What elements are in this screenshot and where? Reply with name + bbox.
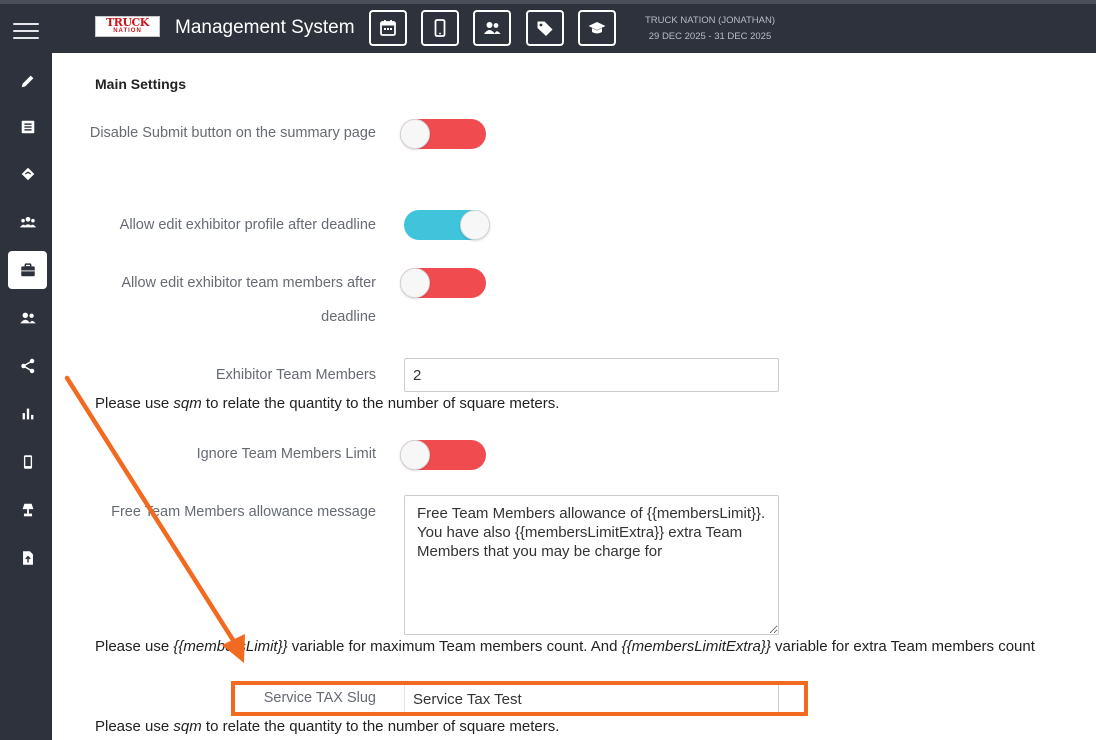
disable-submit-toggle[interactable] [400,119,486,149]
section-title: Main Settings [95,76,187,92]
help-variable: {{membersLimitExtra}} [621,638,771,655]
app-title: Management System [175,17,355,38]
allowance-message-label: Free Team Members allowance message [111,504,376,520]
calendar-icon[interactable] [369,10,407,46]
allow-edit-team-label: Allow edit exhibitor team members after … [121,275,376,325]
allow-edit-profile-label: Allow edit exhibitor profile after deadl… [119,217,376,233]
tag-icon[interactable] [526,10,564,46]
help-text: Please use [95,638,174,655]
event-dates: 29 DEC 2025 - 31 DEC 2025 [648,31,772,42]
help-text: to relate the quantity to the number of … [201,395,560,412]
allowance-help: Please use {{membersLimit}} variable for… [95,638,1035,655]
main-content: Main Settings Disable Submit button on t… [52,53,1096,740]
graduation-cap-icon[interactable] [578,10,616,46]
toggle-knob [460,210,490,240]
service-tax-slug-input[interactable] [404,682,779,716]
help-text: variable for maximum Team members count.… [287,638,622,655]
allow-edit-team-toggle[interactable] [400,268,486,298]
file-upload-icon[interactable] [8,539,47,577]
top-bar: TRUCK NATION Management System TRUCK NAT… [52,4,1096,53]
logo-text-bottom: NATION [113,28,142,34]
toggle-knob [400,440,430,470]
toggle-knob [400,268,430,298]
users-icon[interactable] [473,10,511,46]
logo-text-top: TRUCK [106,16,149,29]
bar-chart-icon[interactable] [8,395,47,433]
lamp-icon[interactable] [8,491,47,529]
truck-nation-logo[interactable]: TRUCK NATION [95,16,160,37]
sidebar [0,4,52,740]
toggle-knob [400,119,430,149]
allowance-message-textarea[interactable]: Free Team Members allowance of {{members… [404,495,779,635]
ignore-limit-toggle[interactable] [400,440,486,470]
disable-submit-label: Disable Submit button on the summary pag… [89,125,376,141]
team-members-input[interactable] [404,358,779,392]
help-text: variable for extra Team members count [770,638,1035,655]
team-members-label: Exhibitor Team Members [215,367,376,383]
help-variable: sqm [173,718,202,735]
mobile-icon[interactable] [8,443,47,481]
team-members-help: Please use sqm to relate the quantity to… [95,395,559,412]
briefcase-icon[interactable] [8,251,47,289]
help-text: to relate the quantity to the number of … [201,718,560,735]
help-variable: sqm [173,395,202,412]
help-variable: {{membersLimit}} [173,638,288,655]
service-tax-help: Please use sqm to relate the quantity to… [95,718,559,735]
event-name: TRUCK NATION (JONATHAN) [644,15,775,26]
hamburger-menu-icon[interactable] [13,23,39,41]
help-text: Please use [95,718,174,735]
handshake-icon[interactable] [8,155,47,193]
user-friends-icon[interactable] [8,299,47,337]
pencil-icon[interactable] [8,62,47,100]
ignore-limit-label: Ignore Team Members Limit [196,446,376,462]
share-icon[interactable] [8,347,47,385]
allow-edit-profile-toggle[interactable] [404,210,490,240]
mobile-icon[interactable] [421,10,459,46]
service-tax-slug-label: Service TAX Slug [263,690,376,706]
event-info: TRUCK NATION (JONATHAN) 29 DEC 2025 - 31… [630,13,790,45]
list-icon[interactable] [8,108,47,146]
help-text: Please use [95,395,174,412]
group-icon[interactable] [8,203,47,241]
